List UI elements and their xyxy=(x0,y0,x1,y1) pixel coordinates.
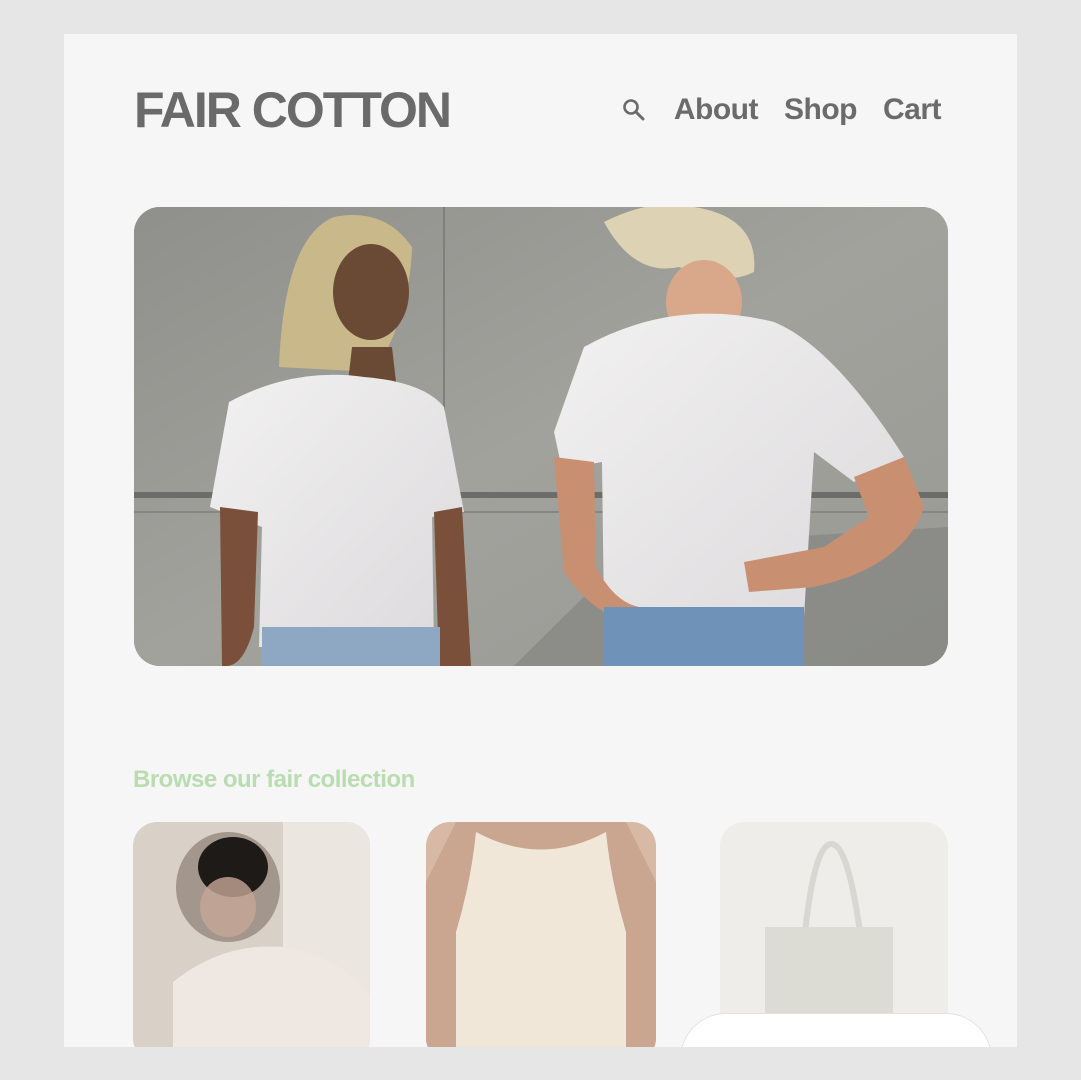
product-card-tank-top[interactable] xyxy=(426,822,656,1047)
product-card-shirt[interactable] xyxy=(133,822,370,1047)
collection-title: Browse our fair collection xyxy=(133,766,415,793)
hero-image xyxy=(134,207,948,666)
main-nav: About Shop Cart xyxy=(620,93,942,127)
site-header: FAIR COTTON About Shop Cart xyxy=(134,80,942,140)
floating-card[interactable] xyxy=(680,1013,992,1047)
nav-cart[interactable]: Cart xyxy=(883,93,942,127)
nav-about[interactable]: About xyxy=(674,93,759,127)
nav-shop[interactable]: Shop xyxy=(784,93,858,127)
brand-logo[interactable]: FAIR COTTON xyxy=(134,85,452,135)
page: FAIR COTTON About Shop Cart Browse our f… xyxy=(64,34,1017,1047)
search-icon[interactable] xyxy=(620,96,648,124)
